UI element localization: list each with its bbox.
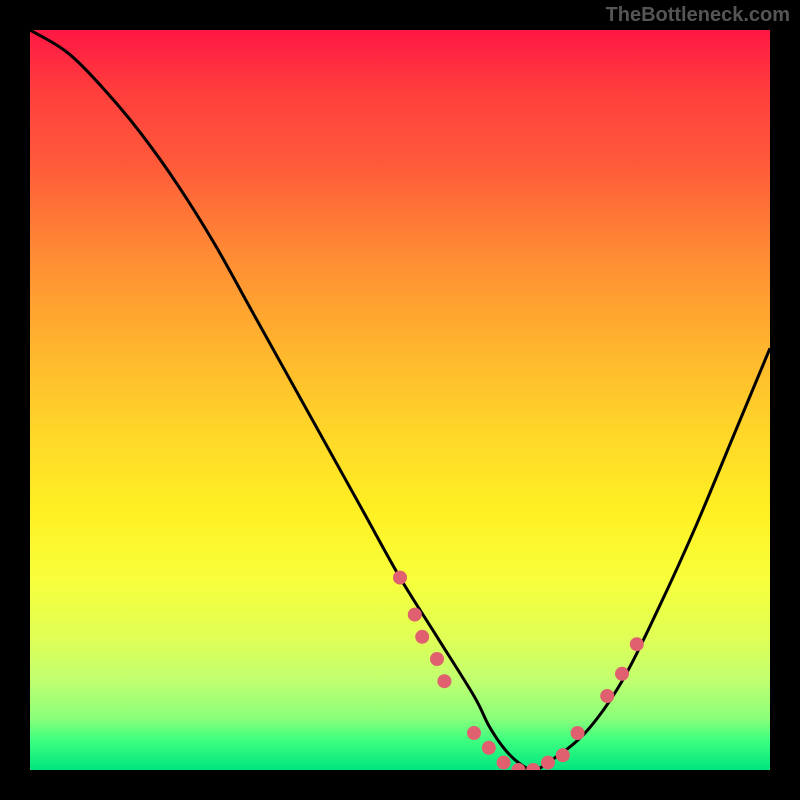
marker-point xyxy=(615,667,629,681)
watermark-text: TheBottleneck.com xyxy=(606,4,790,27)
marker-point xyxy=(511,763,525,770)
marker-point xyxy=(630,637,644,651)
curve-markers xyxy=(393,571,644,770)
marker-point xyxy=(482,741,496,755)
marker-point xyxy=(541,756,555,770)
bottleneck-curve xyxy=(30,30,770,770)
plot-area xyxy=(30,30,770,770)
marker-point xyxy=(430,652,444,666)
marker-point xyxy=(437,674,451,688)
marker-point xyxy=(467,726,481,740)
marker-point xyxy=(415,630,429,644)
marker-point xyxy=(600,689,614,703)
marker-point xyxy=(526,763,540,770)
marker-point xyxy=(408,608,422,622)
chart-container: TheBottleneck.com xyxy=(0,0,800,800)
marker-point xyxy=(571,726,585,740)
curve-svg xyxy=(30,30,770,770)
marker-point xyxy=(556,748,570,762)
marker-point xyxy=(393,571,407,585)
marker-point xyxy=(497,756,511,770)
